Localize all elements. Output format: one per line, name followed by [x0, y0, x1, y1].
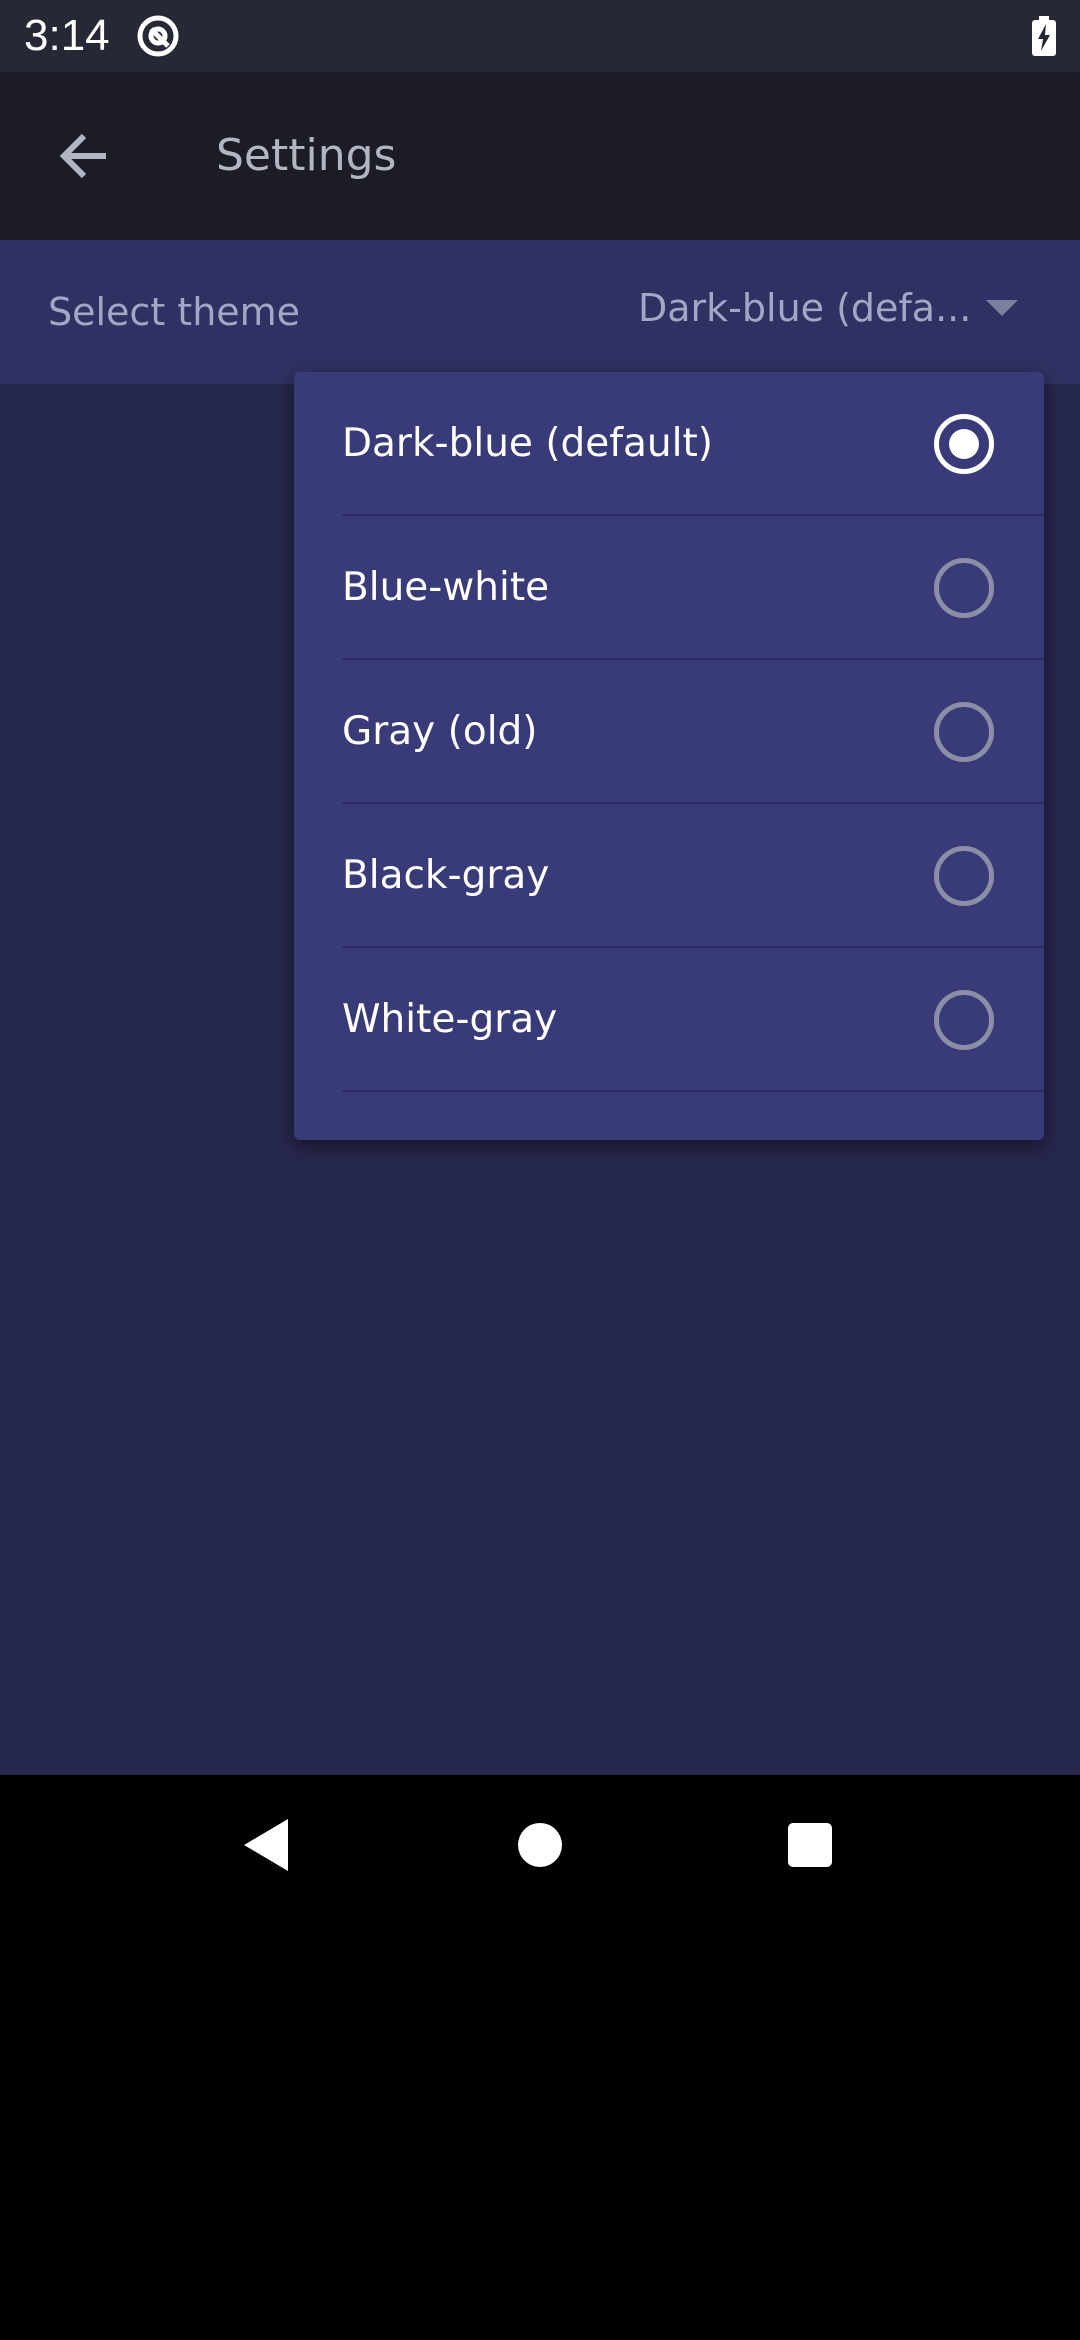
radio-unchecked-icon[interactable] [934, 846, 994, 906]
theme-selected-value[interactable]: Dark-blue (defa... [638, 282, 978, 334]
theme-option-blue-white[interactable]: Blue-white [294, 516, 1044, 660]
battery-charging-icon [1032, 16, 1056, 56]
radio-unchecked-icon[interactable] [934, 990, 994, 1050]
bottom-blank-area [0, 1920, 1080, 2340]
theme-setting-row[interactable]: Select theme Dark-blue (defa... [0, 240, 1080, 384]
theme-option-gray-old[interactable]: Gray (old) [294, 660, 1044, 804]
radio-checked-icon[interactable] [934, 414, 994, 474]
dropdown-arrow-icon[interactable] [986, 300, 1018, 316]
nav-home-icon[interactable] [518, 1823, 562, 1867]
page-title: Settings [216, 130, 397, 181]
theme-option-dark-blue[interactable]: Dark-blue (default) [294, 372, 1044, 516]
system-nav-bar [0, 1775, 1080, 1920]
theme-options-menu: Dark-blue (default) Blue-white Gray (old… [294, 372, 1044, 1140]
theme-option-black-gray[interactable]: Black-gray [294, 804, 1044, 948]
status-bar: 3:14 [0, 0, 1080, 72]
theme-option-label: Black-gray [342, 853, 550, 898]
at-sign-notification-icon [137, 15, 179, 57]
radio-unchecked-icon[interactable] [934, 558, 994, 618]
nav-back-icon[interactable] [244, 1819, 288, 1871]
status-time: 3:14 [24, 11, 110, 60]
nav-recents-icon[interactable] [788, 1823, 832, 1867]
back-button[interactable] [40, 112, 128, 200]
theme-setting-label: Select theme [48, 290, 301, 334]
theme-option-white-gray[interactable]: White-gray [294, 948, 1044, 1092]
theme-option-label: Blue-white [342, 565, 550, 610]
theme-option-label: Gray (old) [342, 709, 538, 754]
divider [342, 1090, 1044, 1092]
app-bar: Settings [0, 72, 1080, 240]
theme-option-label: Dark-blue (default) [342, 421, 713, 466]
theme-option-label: White-gray [342, 997, 558, 1042]
arrow-back-icon [59, 133, 106, 179]
radio-unchecked-icon[interactable] [934, 702, 994, 762]
